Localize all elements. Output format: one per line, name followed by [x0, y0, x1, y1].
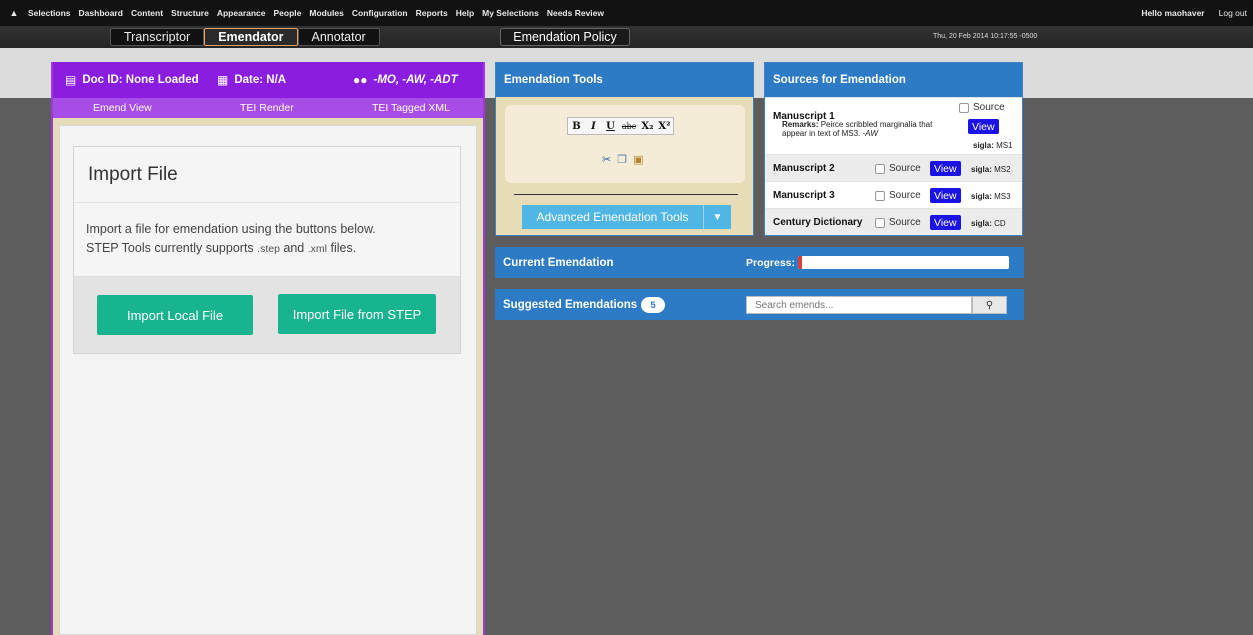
- menu-item-content[interactable]: Content: [131, 8, 163, 18]
- mode-bar: Transcriptor Emendator Annotator Emendat…: [0, 26, 1253, 48]
- source-row-cd: Century Dictionary Source View sigla: CD: [765, 208, 1022, 235]
- format-toolbar: B I U abc X₂ X²: [567, 117, 674, 135]
- superscript-button[interactable]: X²: [656, 118, 673, 134]
- search-icon: ⚲: [985, 299, 994, 311]
- underline-button[interactable]: U: [602, 118, 619, 134]
- tab-transcriptor[interactable]: Transcriptor: [110, 28, 205, 46]
- view-button[interactable]: View: [930, 188, 961, 203]
- sources-title: Sources for Emendation: [765, 63, 1022, 97]
- document-body: Import File Import a file for emendation…: [59, 125, 477, 635]
- progress-fill: [798, 256, 803, 269]
- source-sigla: sigla: CD: [971, 219, 1006, 228]
- source-name: Manuscript 3: [773, 190, 835, 201]
- admin-toolbar: ▲ Selections Dashboard Content Structure…: [0, 0, 1253, 26]
- source-checkbox[interactable]: Source: [875, 190, 921, 201]
- menu-item-help[interactable]: Help: [456, 8, 474, 18]
- clipboard-toolbar: ✂ ❐ ▣: [602, 153, 650, 166]
- source-checkbox[interactable]: Source: [959, 102, 1005, 113]
- progress-bar: [798, 256, 1009, 269]
- source-row-ms1: Manuscript 1 Source View Remarks: Peirce…: [765, 97, 1022, 154]
- menu-item-configuration[interactable]: Configuration: [352, 8, 408, 18]
- tab-tei-render[interactable]: TEI Render: [240, 102, 294, 114]
- bold-button[interactable]: B: [568, 118, 585, 134]
- emendation-policy-button[interactable]: Emendation Policy: [500, 28, 630, 46]
- menu-item-structure[interactable]: Structure: [171, 8, 209, 18]
- cut-icon[interactable]: ✂: [602, 153, 611, 166]
- logout-link[interactable]: Log out: [1219, 8, 1247, 18]
- tab-tei-tagged-xml[interactable]: TEI Tagged XML: [372, 102, 450, 114]
- document-view-tabs: Emend View TEI Render TEI Tagged XML: [53, 98, 483, 118]
- current-datetime: Thu, 20 Feb 2014 10:17:55 -0500: [933, 33, 1038, 40]
- menu-item-selections[interactable]: Selections: [28, 8, 71, 18]
- emendation-tools-panel: Emendation Tools B I U abc X₂ X² ✂ ❐ ▣ A…: [495, 62, 754, 236]
- emendation-tools-title: Emendation Tools: [496, 63, 753, 97]
- calendar-icon: ▦: [217, 73, 229, 87]
- tab-emend-view[interactable]: Emend View: [93, 102, 152, 114]
- user-area: Hello maohaver Log out: [1127, 0, 1247, 26]
- source-checkbox[interactable]: Source: [875, 163, 921, 174]
- doc-id-info: ▤ Doc ID: None Loaded: [65, 73, 199, 87]
- advanced-emendation-tools-button[interactable]: Advanced Emendation Tools ▼: [522, 205, 731, 229]
- document-icon: ▤: [65, 73, 77, 87]
- document-panel: ▤ Doc ID: None Loaded ▦ Date: N/A ●● -MO…: [51, 62, 485, 635]
- current-emendation-title: Current Emendation: [503, 257, 614, 269]
- caret-down-icon[interactable]: ▼: [703, 205, 731, 229]
- suggested-emendations-title[interactable]: Suggested Emendations: [503, 299, 637, 311]
- view-button[interactable]: View: [968, 119, 999, 134]
- document-header: ▤ Doc ID: None Loaded ▦ Date: N/A ●● -MO…: [53, 62, 483, 98]
- mode-tabs: Transcriptor Emendator Annotator: [110, 28, 380, 46]
- menu-item-my-selections[interactable]: My Selections: [482, 8, 539, 18]
- copy-icon[interactable]: ❐: [617, 153, 627, 166]
- contributors-info: ●● -MO, -AW, -ADT: [353, 73, 458, 87]
- current-emendation-bar: Current Emendation Progress:: [495, 247, 1024, 278]
- tools-divider: [514, 194, 738, 195]
- menu-item-appearance[interactable]: Appearance: [217, 8, 266, 18]
- tab-emendator[interactable]: Emendator: [204, 28, 298, 46]
- search-emends-input[interactable]: [746, 296, 972, 314]
- doc-date-text: Date: N/A: [234, 74, 287, 86]
- import-file-title: Import File: [74, 147, 460, 203]
- menu-item-reports[interactable]: Reports: [416, 8, 448, 18]
- source-row-ms3: Manuscript 3 Source View sigla: MS3: [765, 181, 1022, 208]
- source-sigla: sigla: MS3: [971, 192, 1011, 201]
- import-local-file-button[interactable]: Import Local File: [97, 295, 253, 335]
- italic-button[interactable]: I: [585, 118, 602, 134]
- source-name: Century Dictionary: [773, 217, 863, 228]
- admin-menu: Selections Dashboard Content Structure A…: [28, 8, 612, 18]
- view-button[interactable]: View: [930, 215, 961, 230]
- tab-annotator[interactable]: Annotator: [297, 28, 380, 46]
- source-name: Manuscript 2: [773, 163, 835, 174]
- suggested-emendations-bar: Suggested Emendations 5 ⚲: [495, 289, 1024, 320]
- menu-item-modules[interactable]: Modules: [309, 8, 343, 18]
- progress-label: Progress:: [746, 257, 796, 269]
- contributors-text: -MO, -AW, -ADT: [373, 74, 458, 86]
- sources-panel: Sources for Emendation Manuscript 1 Sour…: [764, 62, 1023, 236]
- source-row-ms2: Manuscript 2 Source View sigla: MS2: [765, 154, 1022, 181]
- users-icon: ●●: [353, 73, 368, 87]
- view-button[interactable]: View: [930, 161, 961, 176]
- editor-toolbar-box: B I U abc X₂ X² ✂ ❐ ▣: [505, 105, 745, 183]
- user-greeting[interactable]: Hello maohaver: [1141, 8, 1204, 18]
- menu-item-needs-review[interactable]: Needs Review: [547, 8, 604, 18]
- import-file-description: Import a file for emendation using the b…: [86, 222, 376, 255]
- doc-date-info: ▦ Date: N/A: [217, 73, 286, 87]
- strikethrough-button[interactable]: abc: [619, 118, 639, 134]
- advanced-emendation-tools-label[interactable]: Advanced Emendation Tools: [522, 210, 703, 224]
- home-icon[interactable]: ▲: [0, 8, 28, 18]
- search-button[interactable]: ⚲: [972, 296, 1007, 314]
- source-sigla: sigla: MS2: [971, 165, 1011, 174]
- source-remarks: Remarks: Peirce scribbled marginalia tha…: [782, 120, 933, 138]
- menu-item-people[interactable]: People: [274, 8, 302, 18]
- subscript-button[interactable]: X₂: [639, 118, 656, 134]
- import-file-card: Import File Import a file for emendation…: [73, 146, 461, 354]
- doc-id-text: Doc ID: None Loaded: [82, 74, 199, 86]
- source-checkbox[interactable]: Source: [875, 217, 921, 228]
- menu-item-dashboard[interactable]: Dashboard: [79, 8, 123, 18]
- paste-icon[interactable]: ▣: [633, 153, 643, 166]
- import-from-step-button[interactable]: Import File from STEP: [278, 294, 436, 334]
- source-sigla: sigla: MS1: [973, 141, 1013, 150]
- suggested-count-badge: 5: [641, 297, 665, 313]
